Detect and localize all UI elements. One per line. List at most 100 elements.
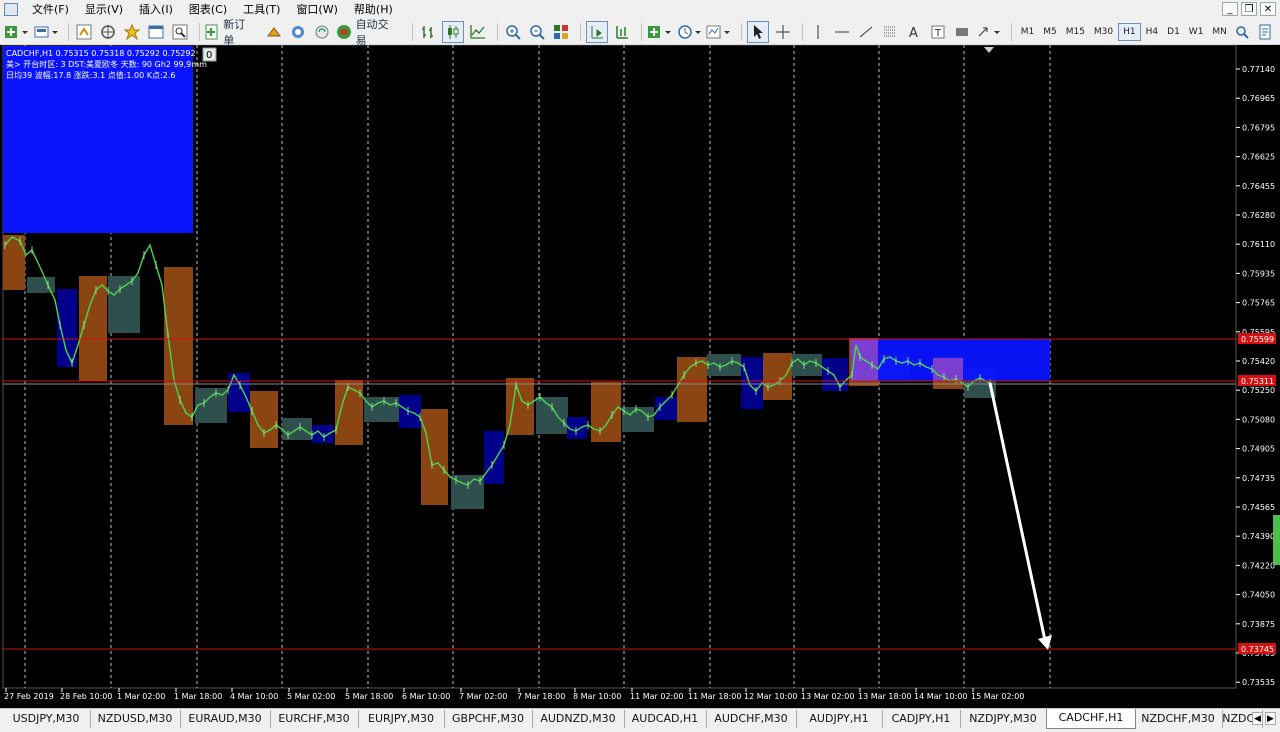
price-label: 0.73875 [1242, 620, 1275, 629]
chart-tab[interactable]: GBPCHF,M30 [444, 710, 533, 728]
timeframe-m30[interactable]: M30 [1090, 23, 1117, 41]
candlestick-icon[interactable] [441, 20, 464, 43]
time-label: 15 Mar 02:00 [971, 692, 1024, 701]
chart-tab[interactable]: AUDCAD,H1 [624, 710, 707, 728]
navigator-icon[interactable] [98, 22, 118, 42]
timeframe-d1[interactable]: D1 [1163, 23, 1184, 41]
price-label: 0.76965 [1242, 94, 1275, 103]
cursor-icon[interactable] [747, 20, 770, 43]
menu-file[interactable]: 文件(F) [24, 0, 77, 19]
arrows-icon[interactable] [976, 22, 1002, 42]
chart-shift-icon[interactable] [585, 20, 608, 43]
new-order-label: 新订单 [223, 17, 246, 47]
chart-header-line2: 美> 开台时区: 3 DST:美夏欧冬 天数: 90 Gh2 99,9mm [6, 59, 207, 69]
signals-icon[interactable] [264, 22, 284, 42]
zoom-in-icon[interactable] [503, 22, 523, 42]
chart-tab[interactable]: EURAUD,M30 [180, 710, 271, 728]
time-label: 7 Mar 02:00 [459, 692, 507, 701]
bar-chart-icon[interactable] [418, 22, 438, 42]
chart-tab[interactable]: NZDJPY,M30 [960, 710, 1047, 728]
chart-tab[interactable]: EURCHF,M30 [270, 710, 359, 728]
time-label: 12 Mar 10:00 [744, 692, 797, 701]
session-box [792, 354, 822, 376]
svg-text:A: A [909, 26, 918, 40]
menu-bar: 文件(F) 显示(V) 插入(I) 图表(C) 工具(T) 窗口(W) 帮助(H… [0, 0, 1280, 19]
app-icon [4, 3, 18, 16]
chart-window[interactable]: CADCHF,H1 0.75315 0.75318 0.75292 0.7529… [0, 45, 1280, 708]
price-label: 0.75080 [1242, 415, 1275, 424]
tab-scroll-left-icon[interactable]: ◀ [1252, 712, 1263, 725]
favorites-icon[interactable] [122, 22, 142, 42]
chart-tab[interactable]: AUDNZD,M30 [532, 710, 625, 728]
tile-windows-icon[interactable] [551, 22, 571, 42]
price-label: 0.73535 [1242, 678, 1275, 687]
text-label-icon[interactable]: T [928, 22, 948, 42]
market-watch-icon[interactable] [74, 22, 94, 42]
crosshair-icon[interactable] [773, 22, 793, 42]
session-box [763, 353, 792, 400]
minimize-icon[interactable]: _ [1222, 2, 1238, 16]
timeframe-h1[interactable]: H1 [1118, 22, 1141, 41]
text-tool-icon[interactable]: A [904, 22, 924, 42]
vertical-line-icon[interactable] [808, 22, 828, 42]
chart-tab[interactable]: NZDUSD,M30 [90, 710, 181, 728]
menu-window[interactable]: 窗口(W) [288, 0, 345, 19]
timeframe-w1[interactable]: W1 [1185, 23, 1208, 41]
chart-tab[interactable]: CADJPY,H1 [882, 710, 961, 728]
templates-icon[interactable] [706, 22, 732, 42]
price-label: 0.77140 [1242, 65, 1275, 74]
periods-icon[interactable] [677, 22, 703, 42]
horizontal-line-icon[interactable] [832, 22, 852, 42]
autoscroll-icon[interactable] [612, 22, 632, 42]
menu-view[interactable]: 显示(V) [77, 0, 131, 19]
timeframe-m1[interactable]: M1 [1017, 23, 1039, 41]
new-chart-icon[interactable] [4, 22, 30, 42]
zoom-out-icon[interactable] [527, 22, 547, 42]
toolbar-separator [640, 22, 642, 41]
tab-scroll-right-icon[interactable]: ▶ [1265, 712, 1276, 725]
chart-tab[interactable]: CADCHF,H1 [1046, 709, 1136, 729]
timeframe-mn[interactable]: MN [1208, 23, 1231, 41]
broadcast-icon[interactable] [312, 22, 332, 42]
community-icon[interactable] [288, 22, 308, 42]
chart-tab[interactable]: USDJPY,M30 [2, 710, 91, 728]
channel-icon[interactable] [880, 22, 900, 42]
rectangle-icon[interactable] [952, 22, 972, 42]
menu-insert[interactable]: 插入(I) [131, 0, 181, 19]
price-label: 0.76280 [1242, 211, 1275, 220]
window-controls: _ ❐ ✕ [1222, 2, 1276, 16]
price-chart[interactable]: CADCHF,H1 0.75315 0.75318 0.75292 0.7529… [0, 45, 1280, 708]
session-box [335, 380, 363, 445]
toolbar-separator [579, 22, 581, 41]
search-icon[interactable] [1232, 22, 1252, 42]
chart-tab[interactable]: AUDJPY,H1 [796, 710, 883, 728]
restore-icon[interactable]: ❐ [1241, 2, 1257, 16]
chart-tab[interactable]: NZDCHF,M30 [1134, 710, 1223, 728]
price-label: 0.75765 [1242, 299, 1275, 308]
session-box [195, 388, 227, 423]
time-label: 28 Feb 10:00 [60, 692, 112, 701]
line-chart-icon[interactable] [468, 22, 488, 42]
session-box [484, 431, 504, 484]
timeframe-h4[interactable]: H4 [1142, 23, 1163, 41]
time-label: 13 Mar 02:00 [801, 692, 854, 701]
chart-tab[interactable]: AUDCHF,M30 [706, 710, 797, 728]
price-label: 0.74565 [1242, 503, 1275, 512]
scroll-indicator[interactable] [1273, 515, 1280, 565]
new-order-button[interactable]: 新订单 [205, 18, 259, 47]
time-label: 1 Mar 02:00 [117, 692, 165, 701]
timeframe-m5[interactable]: M5 [1039, 23, 1061, 41]
tester-icon[interactable] [170, 22, 190, 42]
toolbar-separator [412, 22, 413, 41]
close-icon[interactable]: ✕ [1260, 2, 1276, 16]
timeframe-m15[interactable]: M15 [1062, 23, 1089, 41]
help-icon[interactable] [1256, 22, 1276, 42]
trendline-icon[interactable] [856, 22, 876, 42]
auto-trading-button[interactable]: 自动交易 [336, 18, 403, 47]
terminal-icon[interactable] [146, 22, 166, 42]
time-axis: 27 Feb 2019 28 Feb 10:00 1 Mar 02:00 1 Mar … [4, 688, 1024, 701]
price-label: 0.74390 [1242, 532, 1275, 541]
indicators-icon[interactable] [647, 22, 673, 42]
profiles-icon[interactable] [34, 22, 60, 42]
chart-tab[interactable]: EURJPY,M30 [358, 710, 445, 728]
